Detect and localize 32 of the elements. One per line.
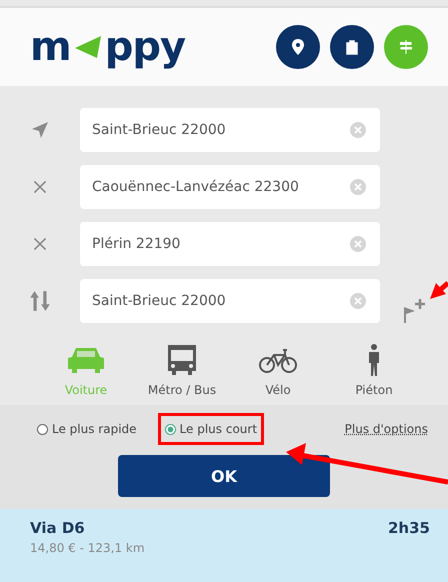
travel-mode-tab[interactable]: Vélo bbox=[230, 343, 326, 397]
address-field[interactable]: Saint-Brieuc 22000 bbox=[80, 108, 380, 152]
map-pin-button[interactable] bbox=[276, 25, 320, 69]
address-field[interactable]: Saint-Brieuc 22000 bbox=[80, 278, 380, 322]
remove-icon[interactable] bbox=[32, 178, 48, 194]
more-options-link[interactable]: Plus d'options bbox=[344, 422, 428, 436]
clear-icon[interactable] bbox=[350, 292, 366, 308]
route-option-radio[interactable]: Le plus rapide bbox=[30, 413, 144, 445]
logo-triangle-icon bbox=[72, 34, 103, 60]
travel-mode-tab[interactable]: Piéton bbox=[326, 343, 422, 397]
navigation-arrow-icon bbox=[30, 120, 50, 140]
ok-button[interactable]: OK bbox=[118, 455, 330, 497]
annotation-arrow bbox=[430, 281, 448, 299]
remove-icon[interactable] bbox=[32, 236, 48, 252]
clear-icon[interactable] bbox=[350, 122, 366, 138]
route-name: Via D6 bbox=[30, 519, 85, 537]
shopping-bag-button[interactable] bbox=[330, 25, 374, 69]
logo-text: m bbox=[30, 27, 71, 67]
add-flag-icon[interactable] bbox=[401, 296, 427, 324]
travel-mode-tab[interactable]: Métro / Bus bbox=[134, 343, 230, 397]
logo-text: ppy bbox=[104, 27, 186, 67]
route-result-card[interactable]: Via D6 2h35 14,80 € - 123,1 km bbox=[0, 509, 448, 582]
address-field[interactable]: Plérin 22190 bbox=[80, 222, 380, 266]
clear-icon[interactable] bbox=[350, 236, 366, 252]
route-option-radio[interactable]: Le plus court bbox=[158, 413, 264, 445]
signpost-button[interactable] bbox=[384, 25, 428, 69]
address-field[interactable]: Caouënnec-Lanvézéac 22300 bbox=[80, 164, 380, 208]
route-duration: 2h35 bbox=[388, 519, 430, 537]
pedestrian-icon bbox=[368, 343, 380, 377]
clear-icon[interactable] bbox=[350, 178, 366, 194]
route-details: 14,80 € - 123,1 km bbox=[30, 541, 146, 555]
swap-arrows-icon[interactable] bbox=[29, 288, 51, 312]
